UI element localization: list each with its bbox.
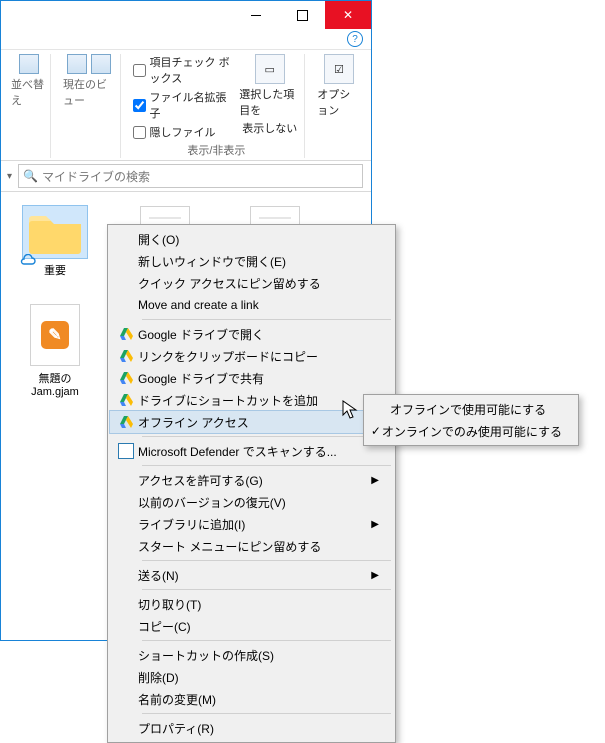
options-icon: ☑ <box>324 54 354 84</box>
help-icon[interactable]: ? <box>347 31 363 47</box>
sort-button[interactable] <box>19 54 39 74</box>
ribbon: 並べ替え 現在のビュー 項目チェック ボックス ファイル名拡張子 隠しファイル … <box>1 49 371 161</box>
checkbox-file-ext[interactable]: ファイル名拡張子 <box>133 89 236 121</box>
menu-gdrive-copylink[interactable]: リンクをクリップボードにコピー <box>110 345 393 367</box>
hide-icon: ▭ <box>255 54 285 84</box>
checkbox-item-check[interactable]: 項目チェック ボックス <box>133 54 236 86</box>
minimize-button[interactable] <box>233 1 279 29</box>
defender-icon <box>118 443 134 459</box>
ribbon-group-view: 現在のビュー <box>59 54 121 158</box>
gdrive-icon <box>119 350 133 362</box>
file-gjam[interactable]: ✎ 無題の Jam.gjam <box>15 304 95 398</box>
file-folder-important[interactable]: 重要 <box>15 206 95 278</box>
close-button[interactable] <box>325 1 371 29</box>
menu-pin-quick[interactable]: クイック アクセスにピン留めする <box>110 272 393 294</box>
folder-icon <box>23 206 87 258</box>
search-input[interactable]: 🔍 マイドライブの検索 <box>18 164 363 188</box>
gdrive-icon <box>119 416 133 428</box>
gjam-icon: ✎ <box>30 304 80 366</box>
fit-button[interactable] <box>91 54 111 74</box>
menu-cut[interactable]: 切り取り(T) <box>110 593 393 615</box>
menu-copy[interactable]: コピー(C) <box>110 615 393 637</box>
menu-sendto[interactable]: 送る(N)▶ <box>110 564 393 586</box>
titlebar <box>1 1 371 29</box>
menu-defender-scan[interactable]: Microsoft Defender でスキャンする... <box>110 440 393 462</box>
help-row: ? <box>1 29 371 49</box>
maximize-button[interactable] <box>279 1 325 29</box>
submenu-offline: オフラインで使用可能にする オンラインでのみ使用可能にする <box>363 394 579 446</box>
gdrive-icon <box>119 328 133 340</box>
ribbon-label-view: 現在のビュー <box>63 76 116 108</box>
chevron-right-icon: ▶ <box>371 570 379 581</box>
ribbon-label-showhide: 表示/非表示 <box>187 142 245 158</box>
hide-selected-button[interactable]: ▭ 選択した項目を 表示しない <box>239 54 300 136</box>
checkbox-hidden-files[interactable]: 隠しファイル <box>133 124 236 140</box>
search-placeholder: マイドライブの検索 <box>42 168 150 185</box>
submenu-online-only[interactable]: オンラインでのみ使用可能にする <box>366 420 576 442</box>
search-icon: 🔍 <box>23 169 38 183</box>
menu-restore-prev[interactable]: 以前のバージョンの復元(V) <box>110 491 393 513</box>
menu-rename[interactable]: 名前の変更(M) <box>110 688 393 710</box>
address-toolbar: ▾ 🔍 マイドライブの検索 <box>1 161 371 192</box>
chevron-down-icon[interactable]: ▾ <box>7 171 12 182</box>
ribbon-group-sort: 並べ替え <box>7 54 51 158</box>
chevron-right-icon: ▶ <box>371 475 379 486</box>
menu-delete[interactable]: 削除(D) <box>110 666 393 688</box>
chevron-right-icon: ▶ <box>371 519 379 530</box>
options-button[interactable]: ☑ オプション <box>317 54 361 118</box>
ribbon-label-sort: 並べ替え <box>11 76 46 108</box>
context-menu: 開く(O) 新しいウィンドウで開く(E) クイック アクセスにピン留めする Mo… <box>107 224 396 743</box>
ribbon-group-options: ☑ オプション <box>313 54 365 158</box>
menu-move-link[interactable]: Move and create a link <box>110 294 393 316</box>
gdrive-icon <box>119 372 133 384</box>
cloud-sync-icon <box>19 254 37 266</box>
gdrive-icon <box>119 394 133 406</box>
menu-gdrive-shortcut[interactable]: ドライブにショートカットを追加 <box>110 389 393 411</box>
submenu-offline-available[interactable]: オフラインで使用可能にする <box>366 398 576 420</box>
menu-gdrive-open[interactable]: Google ドライブで開く <box>110 323 393 345</box>
menu-give-access[interactable]: アクセスを許可する(G)▶ <box>110 469 393 491</box>
menu-open[interactable]: 開く(O) <box>110 228 393 250</box>
menu-create-shortcut[interactable]: ショートカットの作成(S) <box>110 644 393 666</box>
menu-pin-start[interactable]: スタート メニューにピン留めする <box>110 535 393 557</box>
menu-offline-access[interactable]: オフライン アクセス▶ <box>110 411 393 433</box>
menu-new-window[interactable]: 新しいウィンドウで開く(E) <box>110 250 393 272</box>
menu-properties[interactable]: プロパティ(R) <box>110 717 393 739</box>
file-label: 重要 <box>44 262 66 278</box>
check-icon <box>370 424 382 438</box>
columns-button[interactable] <box>67 54 87 74</box>
menu-gdrive-share[interactable]: Google ドライブで共有 <box>110 367 393 389</box>
ribbon-group-showhide: 項目チェック ボックス ファイル名拡張子 隠しファイル ▭ 選択した項目を 表示… <box>129 54 306 158</box>
file-label: 無題の Jam.gjam <box>15 370 95 398</box>
menu-add-library[interactable]: ライブラリに追加(I)▶ <box>110 513 393 535</box>
